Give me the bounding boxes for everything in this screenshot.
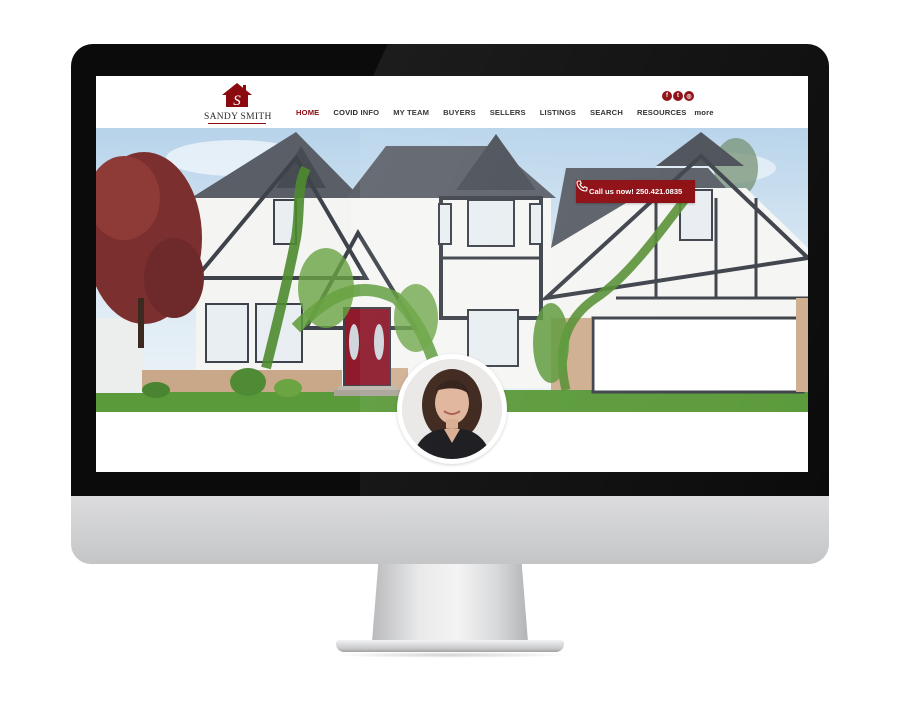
twitter-icon[interactable]: t [673,91,683,101]
nav-item-listings[interactable]: LISTINGS [540,108,576,117]
social-links: f t ◎ [662,91,694,101]
nav-item-buyers[interactable]: BUYERS [443,108,476,117]
facebook-icon[interactable]: f [662,91,672,101]
nav-item-home[interactable]: HOME [296,108,319,117]
site-header: S SANDY SMITH f t ◎ HOME COVID INFO MY T… [96,76,808,128]
agent-avatar [397,354,507,464]
call-us-button[interactable]: Call us now! 250.421.0835 [576,180,695,203]
svg-text:S: S [233,93,241,108]
logo-underline [208,123,266,124]
main-nav: HOME COVID INFO MY TEAM BUYERS SELLERS L… [296,106,714,118]
monitor-stand [372,564,528,642]
brand-name: SANDY SMITH [204,112,272,122]
stand-shadow [330,652,570,658]
nav-item-search[interactable]: SEARCH [590,108,623,117]
nav-item-my-team[interactable]: MY TEAM [393,108,429,117]
call-us-label: Call us now! 250.421.0835 [589,187,683,196]
instagram-icon[interactable]: ◎ [684,91,694,101]
website-screen: S SANDY SMITH f t ◎ HOME COVID INFO MY T… [96,76,808,472]
monitor-stand-base [336,640,564,652]
agent-photo [402,359,502,459]
nav-item-covid-info[interactable]: COVID INFO [333,108,379,117]
house-logo-icon: S [222,83,252,108]
logo[interactable]: S SANDY SMITH [204,82,272,124]
nav-item-more[interactable]: more [694,108,713,117]
agent-portrait-icon [402,359,502,459]
nav-item-resources[interactable]: RESOURCES [637,108,686,117]
nav-item-sellers[interactable]: SELLERS [490,108,526,117]
monitor-chin [71,496,829,564]
